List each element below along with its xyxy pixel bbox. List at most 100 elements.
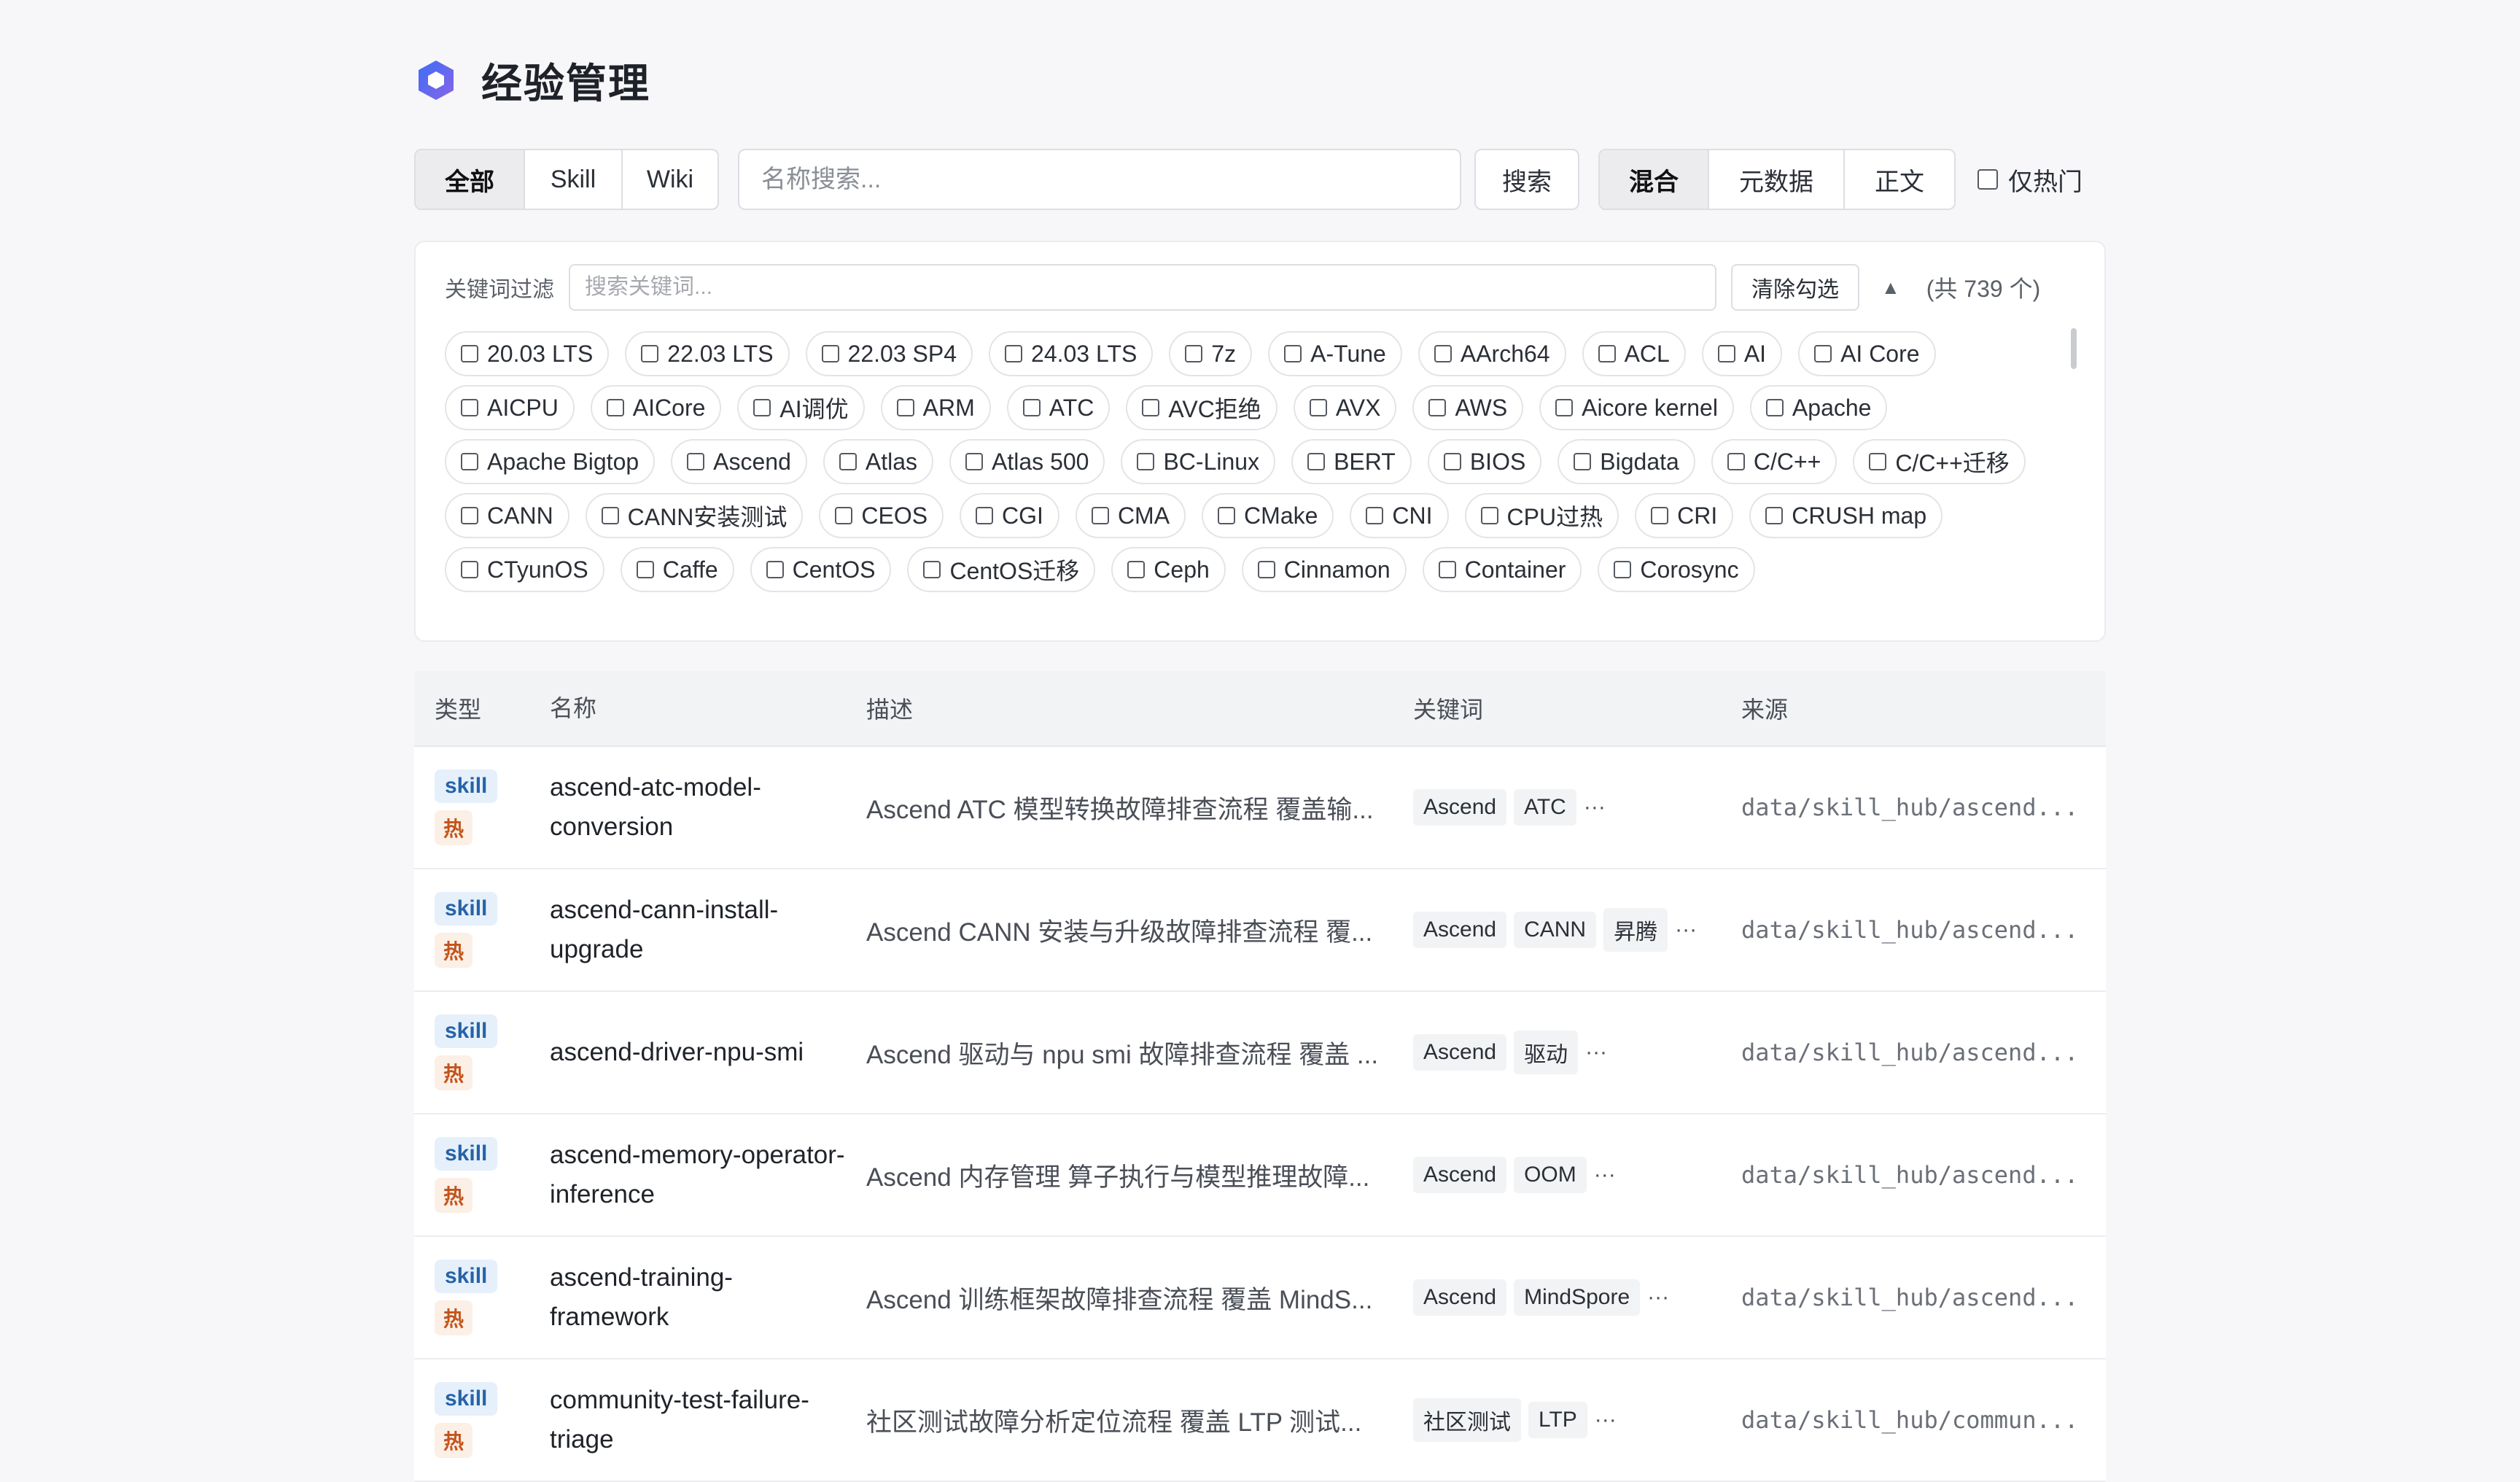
tab-wiki[interactable]: Wiki bbox=[623, 150, 718, 209]
keyword-tag[interactable]: CMA bbox=[1075, 493, 1186, 538]
table-row[interactable]: skill 热 ascend-cann-install-upgrade Ascend … bbox=[414, 869, 2106, 992]
keyword-tag-checkbox[interactable] bbox=[821, 345, 839, 362]
keyword-tag-checkbox[interactable] bbox=[1307, 453, 1326, 470]
keyword-tag-checkbox[interactable] bbox=[835, 507, 853, 524]
keyword-tag-checkbox[interactable] bbox=[766, 561, 784, 578]
keyword-tag-checkbox[interactable] bbox=[1005, 345, 1023, 362]
keyword-tag[interactable]: C/C++ bbox=[1711, 439, 1838, 484]
keyword-tag-checkbox[interactable] bbox=[1284, 345, 1302, 362]
keyword-tag[interactable]: CNI bbox=[1350, 493, 1449, 538]
tab-metadata[interactable]: 元数据 bbox=[1709, 150, 1845, 209]
tab-all[interactable]: 全部 bbox=[416, 150, 525, 209]
keyword-tag[interactable]: Aicore kernel bbox=[1539, 385, 1734, 430]
keyword-tag[interactable]: 22.03 LTS bbox=[625, 331, 790, 376]
keyword-tag[interactable]: C/C++迁移 bbox=[1853, 439, 2026, 484]
keyword-tag-checkbox[interactable] bbox=[1614, 561, 1632, 578]
header-keywords[interactable]: 关键词 bbox=[1413, 691, 1741, 725]
keyword-tag-checkbox[interactable] bbox=[461, 507, 478, 524]
search-button[interactable]: 搜索 bbox=[1474, 149, 1579, 210]
keyword-tag-checkbox[interactable] bbox=[839, 453, 857, 470]
keyword-tag[interactable]: CRUSH map bbox=[1749, 493, 1943, 538]
tab-mixed[interactable]: 混合 bbox=[1600, 150, 1709, 209]
keyword-tag[interactable]: Caffe bbox=[620, 547, 734, 592]
table-row[interactable]: skill 热 ascend-driver-npu-smi Ascend 驱动与 np… bbox=[414, 992, 2106, 1114]
keyword-tag[interactable]: BIOS bbox=[1427, 439, 1542, 484]
keyword-tag[interactable]: CPU过热 bbox=[1464, 493, 1619, 538]
name-search-input[interactable] bbox=[738, 149, 1461, 210]
keyword-tag-checkbox[interactable] bbox=[1309, 399, 1327, 416]
more-keywords-icon[interactable]: ··· bbox=[1585, 1040, 1607, 1065]
keyword-tag-checkbox[interactable] bbox=[461, 399, 478, 416]
keyword-tag[interactable]: 24.03 LTS bbox=[989, 331, 1154, 376]
keyword-tag-checkbox[interactable] bbox=[1717, 345, 1735, 362]
keyword-tag-checkbox[interactable] bbox=[965, 453, 984, 470]
keyword-tag[interactable]: Apache bbox=[1749, 385, 1888, 430]
keyword-tag[interactable]: AI Core bbox=[1798, 331, 1936, 376]
header-type[interactable]: 类型 bbox=[414, 691, 550, 725]
keyword-tag-checkbox[interactable] bbox=[1257, 561, 1275, 578]
keyword-tag[interactable]: AVX bbox=[1293, 385, 1397, 430]
keyword-tag[interactable]: Cinnamon bbox=[1241, 547, 1407, 592]
keyword-tag-checkbox[interactable] bbox=[1555, 399, 1574, 416]
keyword-tag-checkbox[interactable] bbox=[1428, 399, 1447, 416]
keyword-tag[interactable]: AVC拒绝 bbox=[1126, 385, 1278, 430]
keyword-tag[interactable]: Bigdata bbox=[1558, 439, 1695, 484]
collapse-icon[interactable]: ▲ bbox=[1881, 276, 1900, 299]
keyword-tag-checkbox[interactable] bbox=[1765, 507, 1784, 524]
keyword-tag-checkbox[interactable] bbox=[1091, 507, 1109, 524]
keyword-tag[interactable]: CANN安装测试 bbox=[585, 493, 804, 538]
keyword-tag[interactable]: CRI bbox=[1635, 493, 1734, 538]
table-row[interactable]: skill 热 community-test-failure-triage 社区测试故… bbox=[414, 1359, 2106, 1482]
keyword-tag[interactable]: BC-Linux bbox=[1121, 439, 1276, 484]
keyword-tag-checkbox[interactable] bbox=[461, 453, 478, 470]
keyword-tag[interactable]: ACL bbox=[1582, 331, 1686, 376]
keyword-tag-checkbox[interactable] bbox=[896, 399, 914, 416]
keyword-tag-checkbox[interactable] bbox=[461, 561, 478, 578]
keyword-tag[interactable]: CMake bbox=[1202, 493, 1334, 538]
keyword-tag[interactable]: AI bbox=[1701, 331, 1783, 376]
clear-selection-button[interactable]: 清除勾选 bbox=[1731, 264, 1859, 311]
keyword-tag[interactable]: Ascend bbox=[671, 439, 807, 484]
keyword-tag-checkbox[interactable] bbox=[1218, 507, 1236, 524]
keyword-tag-checkbox[interactable] bbox=[606, 399, 624, 416]
keyword-tag-checkbox[interactable] bbox=[1438, 561, 1456, 578]
keyword-tag-checkbox[interactable] bbox=[1651, 507, 1669, 524]
keyword-tag[interactable]: CentOS bbox=[750, 547, 892, 592]
tab-body[interactable]: 正文 bbox=[1845, 150, 1954, 209]
keyword-tag[interactable]: BERT bbox=[1291, 439, 1412, 484]
keyword-tag[interactable]: Corosync bbox=[1598, 547, 1755, 592]
keyword-tag[interactable]: CGI bbox=[960, 493, 1059, 538]
more-keywords-icon[interactable]: ··· bbox=[1647, 1285, 1669, 1310]
keyword-tag[interactable]: AICore bbox=[590, 385, 722, 430]
keyword-tag[interactable]: CANN bbox=[445, 493, 569, 538]
keyword-tag-checkbox[interactable] bbox=[1185, 345, 1203, 362]
keyword-tag[interactable]: Ceph bbox=[1111, 547, 1226, 592]
keyword-tag-checkbox[interactable] bbox=[1443, 453, 1461, 470]
keyword-tag-checkbox[interactable] bbox=[753, 399, 771, 416]
keyword-tag[interactable]: Atlas 500 bbox=[949, 439, 1105, 484]
keyword-tag[interactable]: ARM bbox=[880, 385, 991, 430]
keyword-tag-checkbox[interactable] bbox=[1814, 345, 1832, 362]
keyword-tag[interactable]: ATC bbox=[1006, 385, 1111, 430]
table-row[interactable]: skill 热 ascend-training-framework Ascend 训练… bbox=[414, 1237, 2106, 1359]
name-cell[interactable]: ascend-driver-npu-smi bbox=[550, 1033, 866, 1072]
more-keywords-icon[interactable]: ··· bbox=[1584, 795, 1606, 820]
keyword-tag[interactable]: Atlas bbox=[822, 439, 934, 484]
more-keywords-icon[interactable]: ··· bbox=[1595, 1408, 1617, 1432]
keyword-tag-checkbox[interactable] bbox=[601, 507, 619, 524]
keyword-tag-checkbox[interactable] bbox=[1727, 453, 1745, 470]
name-cell[interactable]: ascend-atc-model-conversion bbox=[550, 768, 866, 847]
keyword-tag-checkbox[interactable] bbox=[1022, 399, 1041, 416]
keyword-tag[interactable]: AWS bbox=[1412, 385, 1524, 430]
more-keywords-icon[interactable]: ··· bbox=[1594, 1163, 1616, 1187]
keyword-tag-checkbox[interactable] bbox=[1127, 561, 1146, 578]
name-cell[interactable]: ascend-training-framework bbox=[550, 1258, 866, 1337]
name-cell[interactable]: community-test-failure-triage bbox=[550, 1381, 866, 1459]
keyword-search-input[interactable] bbox=[569, 264, 1716, 311]
keyword-tag-checkbox[interactable] bbox=[1765, 399, 1784, 416]
header-desc[interactable]: 描述 bbox=[866, 691, 1413, 725]
keyword-tag-checkbox[interactable] bbox=[687, 453, 705, 470]
tab-skill[interactable]: Skill bbox=[525, 150, 623, 209]
name-cell[interactable]: ascend-cann-install-upgrade bbox=[550, 891, 866, 969]
keyword-tag-checkbox[interactable] bbox=[461, 345, 478, 362]
